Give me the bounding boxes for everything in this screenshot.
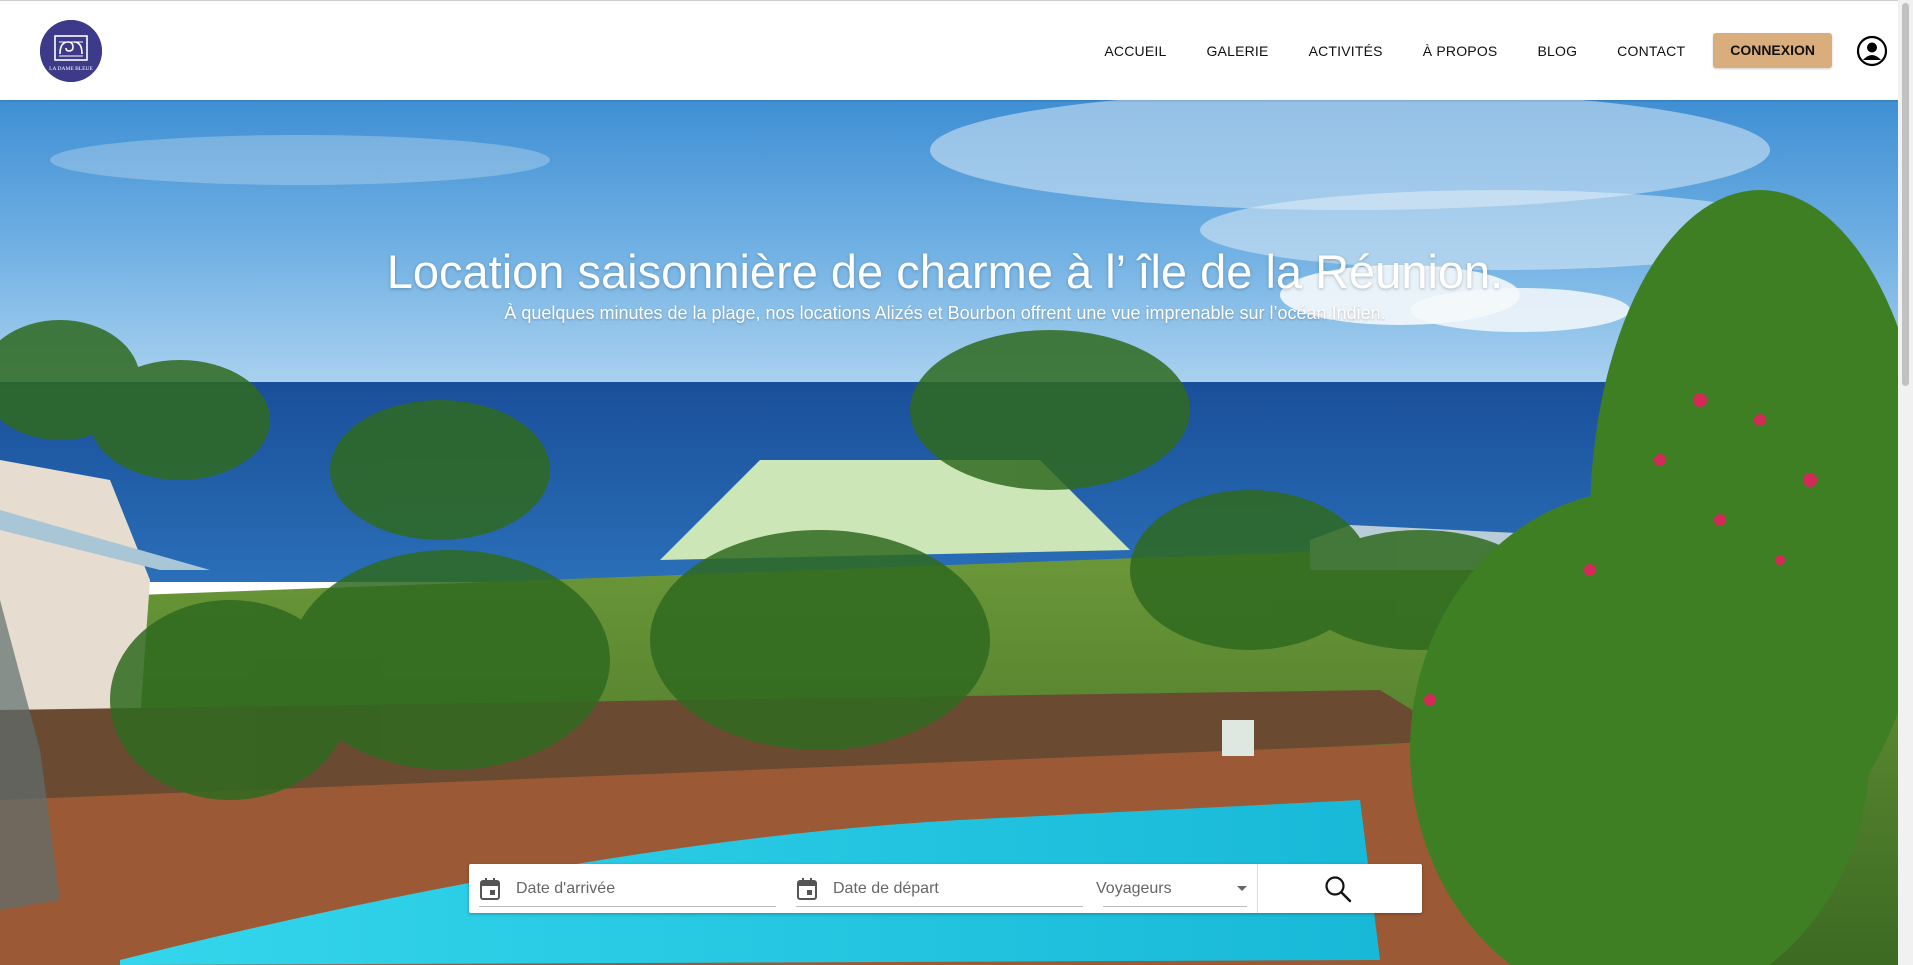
- hero-background-image: [0, 100, 1898, 965]
- search-button[interactable]: [1257, 864, 1418, 913]
- arrival-date-field[interactable]: Date d'arrivée: [469, 864, 786, 913]
- arrival-date-placeholder: Date d'arrivée: [516, 879, 616, 897]
- page: LA DAME BLEUE ACCUEIL GALERIE ACTIVITÉS …: [0, 0, 1898, 965]
- calendar-icon: [480, 877, 500, 900]
- nav-a-propos[interactable]: À PROPOS: [1423, 43, 1498, 59]
- departure-date-field[interactable]: Date de départ: [786, 864, 1093, 913]
- field-underline: [796, 906, 1083, 907]
- departure-date-placeholder: Date de départ: [833, 879, 939, 897]
- nav-activites[interactable]: ACTIVITÉS: [1309, 43, 1383, 59]
- logo-text: LA DAME BLEUE: [49, 66, 93, 72]
- search-icon: [1325, 875, 1352, 902]
- la-dame-blue-logo-icon: LA DAME BLEUE: [40, 20, 102, 82]
- booking-search-bar: Date d'arrivée Date de départ Voyageurs: [469, 864, 1422, 913]
- site-logo[interactable]: LA DAME BLEUE: [40, 20, 102, 82]
- calendar-icon: [797, 877, 817, 900]
- main-nav: ACCUEIL GALERIE ACTIVITÉS À PROPOS BLOG …: [1104, 1, 1832, 100]
- scrollbar-thumb[interactable]: [1902, 3, 1909, 386]
- guests-select[interactable]: Voyageurs: [1093, 864, 1257, 913]
- nav-contact[interactable]: CONTACT: [1617, 43, 1685, 59]
- chevron-down-icon: [1237, 886, 1247, 891]
- nav-galerie[interactable]: GALERIE: [1206, 43, 1268, 59]
- guests-placeholder: Voyageurs: [1096, 879, 1172, 897]
- page-scrollbar[interactable]: [1898, 0, 1913, 965]
- nav-blog[interactable]: BLOG: [1537, 43, 1577, 59]
- hero-subtitle: À quelques minutes de la plage, nos loca…: [504, 303, 1386, 323]
- hero-title: Location saisonnière de charme à l’ île …: [386, 245, 1504, 298]
- account-circle-icon[interactable]: [1856, 35, 1888, 67]
- field-underline: [479, 906, 776, 907]
- field-underline: [1103, 906, 1247, 907]
- hero-section: Location saisonnière de charme à l’ île …: [0, 100, 1898, 965]
- header: LA DAME BLEUE ACCUEIL GALERIE ACTIVITÉS …: [0, 1, 1898, 100]
- login-button[interactable]: CONNEXION: [1713, 33, 1832, 68]
- nav-accueil[interactable]: ACCUEIL: [1104, 43, 1166, 59]
